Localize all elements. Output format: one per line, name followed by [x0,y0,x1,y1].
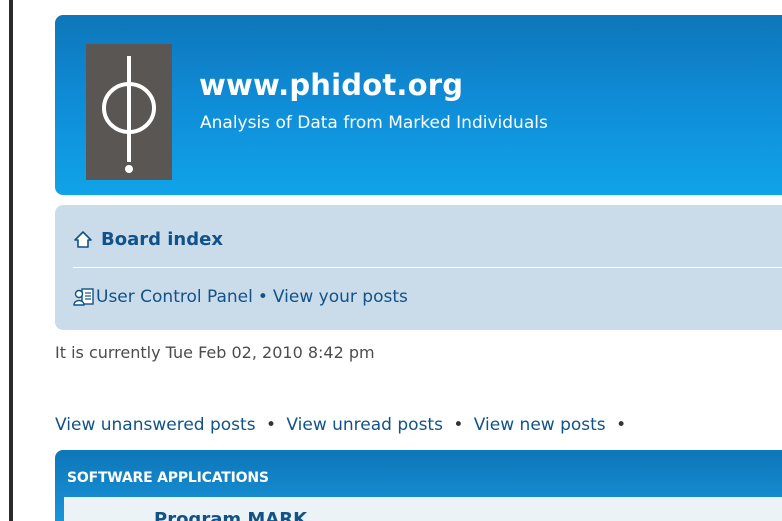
user-card-icon [73,288,94,306]
user-control-panel-link[interactable]: User Control Panel [96,287,253,307]
view-new-posts-link[interactable]: View new posts [474,415,606,435]
view-unread-posts-link[interactable]: View unread posts [286,415,443,435]
breadcrumb: Board index [73,229,223,250]
forum-list: Program MARK [64,497,782,521]
site-description: Analysis of Data from Marked Individuals [200,113,548,133]
site-header: www.phidot.org Analysis of Data from Mar… [55,15,782,195]
separator: • [616,415,627,435]
quick-links: View unanswered posts • View unread post… [55,415,631,435]
forum-category: SOFTWARE APPLICATIONS Program MARK [55,450,782,521]
user-links: User Control Panel • View your posts [73,286,408,308]
view-your-posts-link[interactable]: View your posts [273,287,408,307]
page: www.phidot.org Analysis of Data from Mar… [0,0,782,521]
navbar: Board index User Control Panel • View yo… [55,205,782,330]
forum-link-program-mark[interactable]: Program MARK [154,509,307,521]
home-icon [74,230,92,248]
category-header[interactable]: SOFTWARE APPLICATIONS [67,470,269,486]
board-index-link[interactable]: Board index [101,229,223,250]
phi-logo-icon[interactable] [86,44,172,180]
separator: • [453,415,464,435]
current-time: It is currently Tue Feb 02, 2010 8:42 pm [55,343,375,362]
separator: • [265,415,276,435]
view-unanswered-posts-link[interactable]: View unanswered posts [55,415,256,435]
site-title[interactable]: www.phidot.org [199,68,463,102]
window-edge [9,0,13,521]
separator: • [257,287,268,307]
navbar-divider [73,267,782,268]
